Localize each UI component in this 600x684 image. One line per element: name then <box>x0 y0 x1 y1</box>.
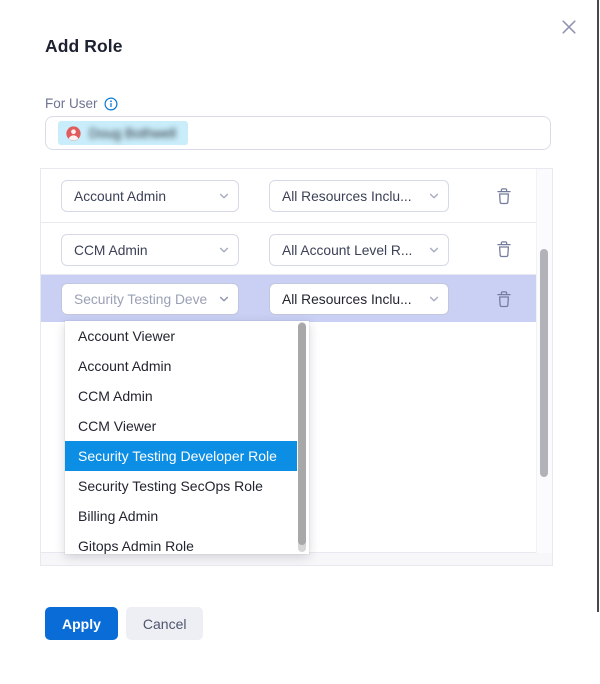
role-option[interactable]: CCM Admin <box>65 381 297 411</box>
page-edge-strip <box>597 0 599 612</box>
chevron-down-icon <box>218 293 230 305</box>
list-scrollbar-thumb[interactable] <box>540 249 548 477</box>
page-title: Add Role <box>45 36 123 57</box>
role-select-open[interactable]: Security Testing Deve <box>61 283 239 315</box>
avatar <box>66 126 81 141</box>
role-option[interactable]: Billing Admin <box>65 501 297 531</box>
for-user-label-row: For User <box>45 96 118 111</box>
resource-group-select[interactable]: All Resources Inclu... <box>269 180 449 212</box>
resource-group-value: All Resources Inclu... <box>282 292 412 307</box>
role-select-value: CCM Admin <box>74 243 148 258</box>
role-select[interactable]: CCM Admin <box>61 234 239 266</box>
resource-group-select[interactable]: All Resources Inclu... <box>269 283 449 315</box>
role-option[interactable]: Account Viewer <box>65 321 297 351</box>
modal-actions: Apply Cancel <box>45 607 203 640</box>
role-select[interactable]: Account Admin <box>61 180 239 212</box>
delete-row-icon[interactable] <box>493 288 515 310</box>
list-scrollbar-track <box>536 169 552 553</box>
role-select-value: Account Admin <box>74 189 166 204</box>
chevron-down-icon <box>428 293 440 305</box>
info-icon[interactable] <box>104 97 118 111</box>
role-row: CCM Admin All Account Level R... <box>41 223 536 275</box>
resource-group-value: All Resources Inclu... <box>282 189 412 204</box>
close-icon[interactable] <box>556 14 582 40</box>
chevron-down-icon <box>218 244 230 256</box>
resource-group-select[interactable]: All Account Level R... <box>269 234 449 266</box>
delete-row-icon[interactable] <box>493 238 515 260</box>
role-option[interactable]: Account Admin <box>65 351 297 381</box>
chevron-down-icon <box>428 244 440 256</box>
role-row: Account Admin All Resources Inclu... <box>41 169 536 223</box>
user-name: Doug Bothwell <box>89 126 176 141</box>
chevron-down-icon <box>218 190 230 202</box>
role-select-value: Security Testing Deve <box>74 292 207 307</box>
role-rows-area: Account Admin All Resources Inclu... <box>41 169 552 553</box>
user-chip: Doug Bothwell <box>58 121 188 145</box>
chevron-down-icon <box>428 190 440 202</box>
delete-row-icon[interactable] <box>493 185 515 207</box>
role-option[interactable]: Security Testing SecOps Role <box>65 471 297 501</box>
apply-button[interactable]: Apply <box>45 607 118 640</box>
cancel-button[interactable]: Cancel <box>126 607 204 640</box>
for-user-label: For User <box>45 96 98 111</box>
role-assignment-list: Account Admin All Resources Inclu... <box>40 168 553 566</box>
role-row-highlighted: Security Testing Deve All Resources Incl… <box>41 275 536 322</box>
role-options-menu: Account Viewer Account Admin CCM Admin C… <box>65 321 309 554</box>
role-option[interactable]: Security Testing Developer Role <box>65 441 297 471</box>
resource-group-value: All Account Level R... <box>282 243 412 258</box>
user-field[interactable]: Doug Bothwell <box>45 116 551 150</box>
role-option[interactable]: Gitops Admin Role <box>65 531 297 554</box>
menu-scrollbar-thumb[interactable] <box>298 323 306 545</box>
role-options: Account Viewer Account Admin CCM Admin C… <box>65 321 297 554</box>
role-option[interactable]: CCM Viewer <box>65 411 297 441</box>
